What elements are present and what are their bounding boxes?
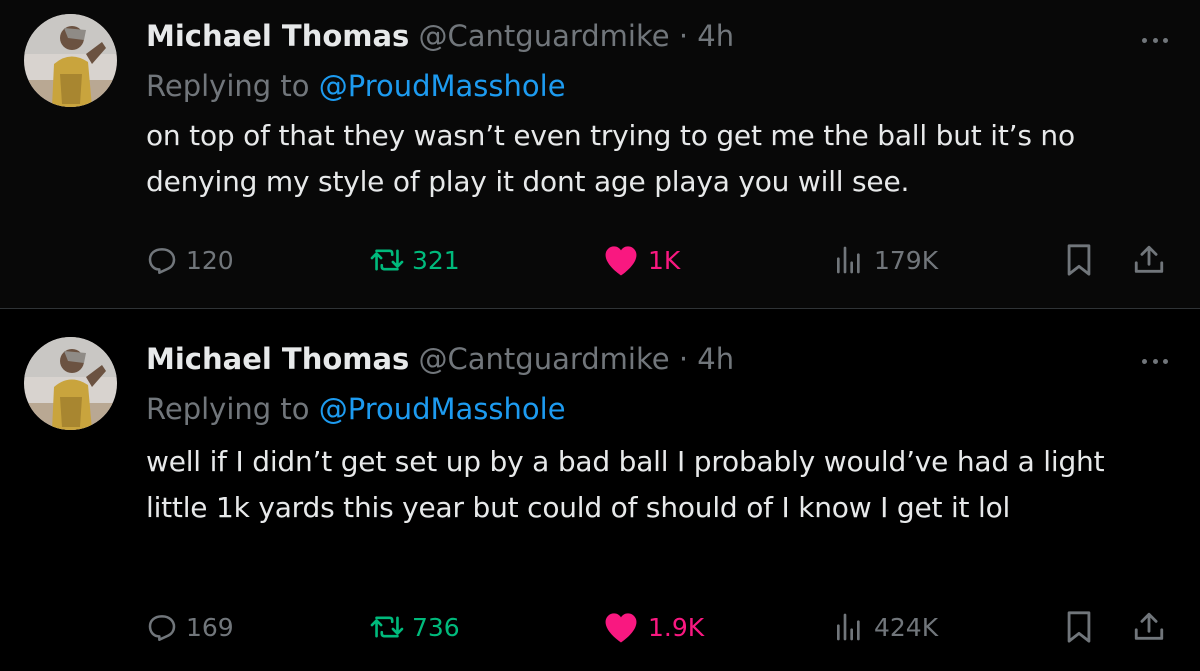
retweet-count: 321 bbox=[412, 245, 460, 275]
author-handle[interactable]: @Cantguardmike bbox=[419, 19, 670, 53]
share-icon bbox=[1134, 612, 1164, 640]
like-count: 1.9K bbox=[648, 612, 705, 642]
heart-icon bbox=[605, 613, 637, 643]
reply-count: 120 bbox=[186, 245, 234, 275]
avatar[interactable] bbox=[24, 14, 117, 107]
share-button[interactable] bbox=[1132, 240, 1166, 280]
timestamp[interactable]: 4h bbox=[697, 342, 734, 376]
reply-icon bbox=[148, 248, 176, 274]
tweet-text: on top of that they wasn’t even trying t… bbox=[146, 119, 1075, 198]
avatar-image bbox=[24, 14, 117, 107]
share-button[interactable] bbox=[1132, 607, 1166, 647]
mention-link[interactable]: @ProudMasshole bbox=[319, 69, 566, 103]
bookmark-icon bbox=[1067, 244, 1091, 276]
mention-link[interactable]: @ProudMasshole bbox=[319, 392, 566, 426]
more-icon[interactable] bbox=[1142, 36, 1168, 44]
views-icon bbox=[837, 613, 860, 641]
views-icon bbox=[837, 246, 860, 274]
bookmark-button[interactable] bbox=[1064, 240, 1094, 280]
views-count: 424K bbox=[874, 612, 939, 642]
tweet[interactable]: Michael Thomas @Cantguardmike · 4h Reply… bbox=[0, 0, 1200, 308]
views-count: 179K bbox=[874, 245, 939, 275]
more-icon[interactable] bbox=[1142, 357, 1168, 365]
like-count: 1K bbox=[648, 245, 681, 275]
action-bar: 169 736 1.9K 424K bbox=[146, 607, 1176, 647]
bookmark-icon bbox=[1067, 611, 1091, 643]
share-icon bbox=[1134, 245, 1164, 273]
replying-to: Replying to @ProudMasshole bbox=[146, 391, 566, 427]
tweet[interactable]: Michael Thomas @Cantguardmike · 4h Reply… bbox=[0, 309, 1200, 671]
author-name[interactable]: Michael Thomas bbox=[146, 342, 409, 376]
like-button[interactable]: 1K bbox=[602, 240, 680, 280]
retweet-button[interactable]: 736 bbox=[370, 607, 460, 647]
action-bar: 120 321 1K 179K bbox=[146, 240, 1176, 280]
timestamp[interactable]: 4h bbox=[697, 19, 734, 53]
replying-prefix: Replying to bbox=[146, 69, 310, 103]
retweet-icon bbox=[370, 249, 404, 271]
reply-icon bbox=[148, 615, 176, 641]
retweet-icon bbox=[370, 616, 404, 638]
retweet-count: 736 bbox=[412, 612, 460, 642]
reply-button[interactable]: 120 bbox=[146, 240, 234, 280]
author-name[interactable]: Michael Thomas bbox=[146, 19, 409, 53]
heart-icon bbox=[605, 246, 637, 276]
separator: · bbox=[678, 342, 689, 376]
reply-button[interactable]: 169 bbox=[146, 607, 234, 647]
avatar-image bbox=[24, 337, 117, 430]
replying-prefix: Replying to bbox=[146, 392, 310, 426]
views-button[interactable]: 179K bbox=[832, 240, 938, 280]
views-button[interactable]: 424K bbox=[832, 607, 938, 647]
tweet-header: Michael Thomas @Cantguardmike · 4h bbox=[146, 341, 734, 377]
bookmark-button[interactable] bbox=[1064, 607, 1094, 647]
tweet-text: well if I didn’t get set up by a bad bal… bbox=[146, 445, 1105, 524]
tweet-header: Michael Thomas @Cantguardmike · 4h bbox=[146, 18, 734, 54]
author-handle[interactable]: @Cantguardmike bbox=[419, 342, 670, 376]
replying-to: Replying to @ProudMasshole bbox=[146, 68, 566, 104]
retweet-button[interactable]: 321 bbox=[370, 240, 460, 280]
separator: · bbox=[678, 19, 689, 53]
reply-count: 169 bbox=[186, 612, 234, 642]
avatar[interactable] bbox=[24, 337, 117, 430]
like-button[interactable]: 1.9K bbox=[602, 607, 704, 647]
